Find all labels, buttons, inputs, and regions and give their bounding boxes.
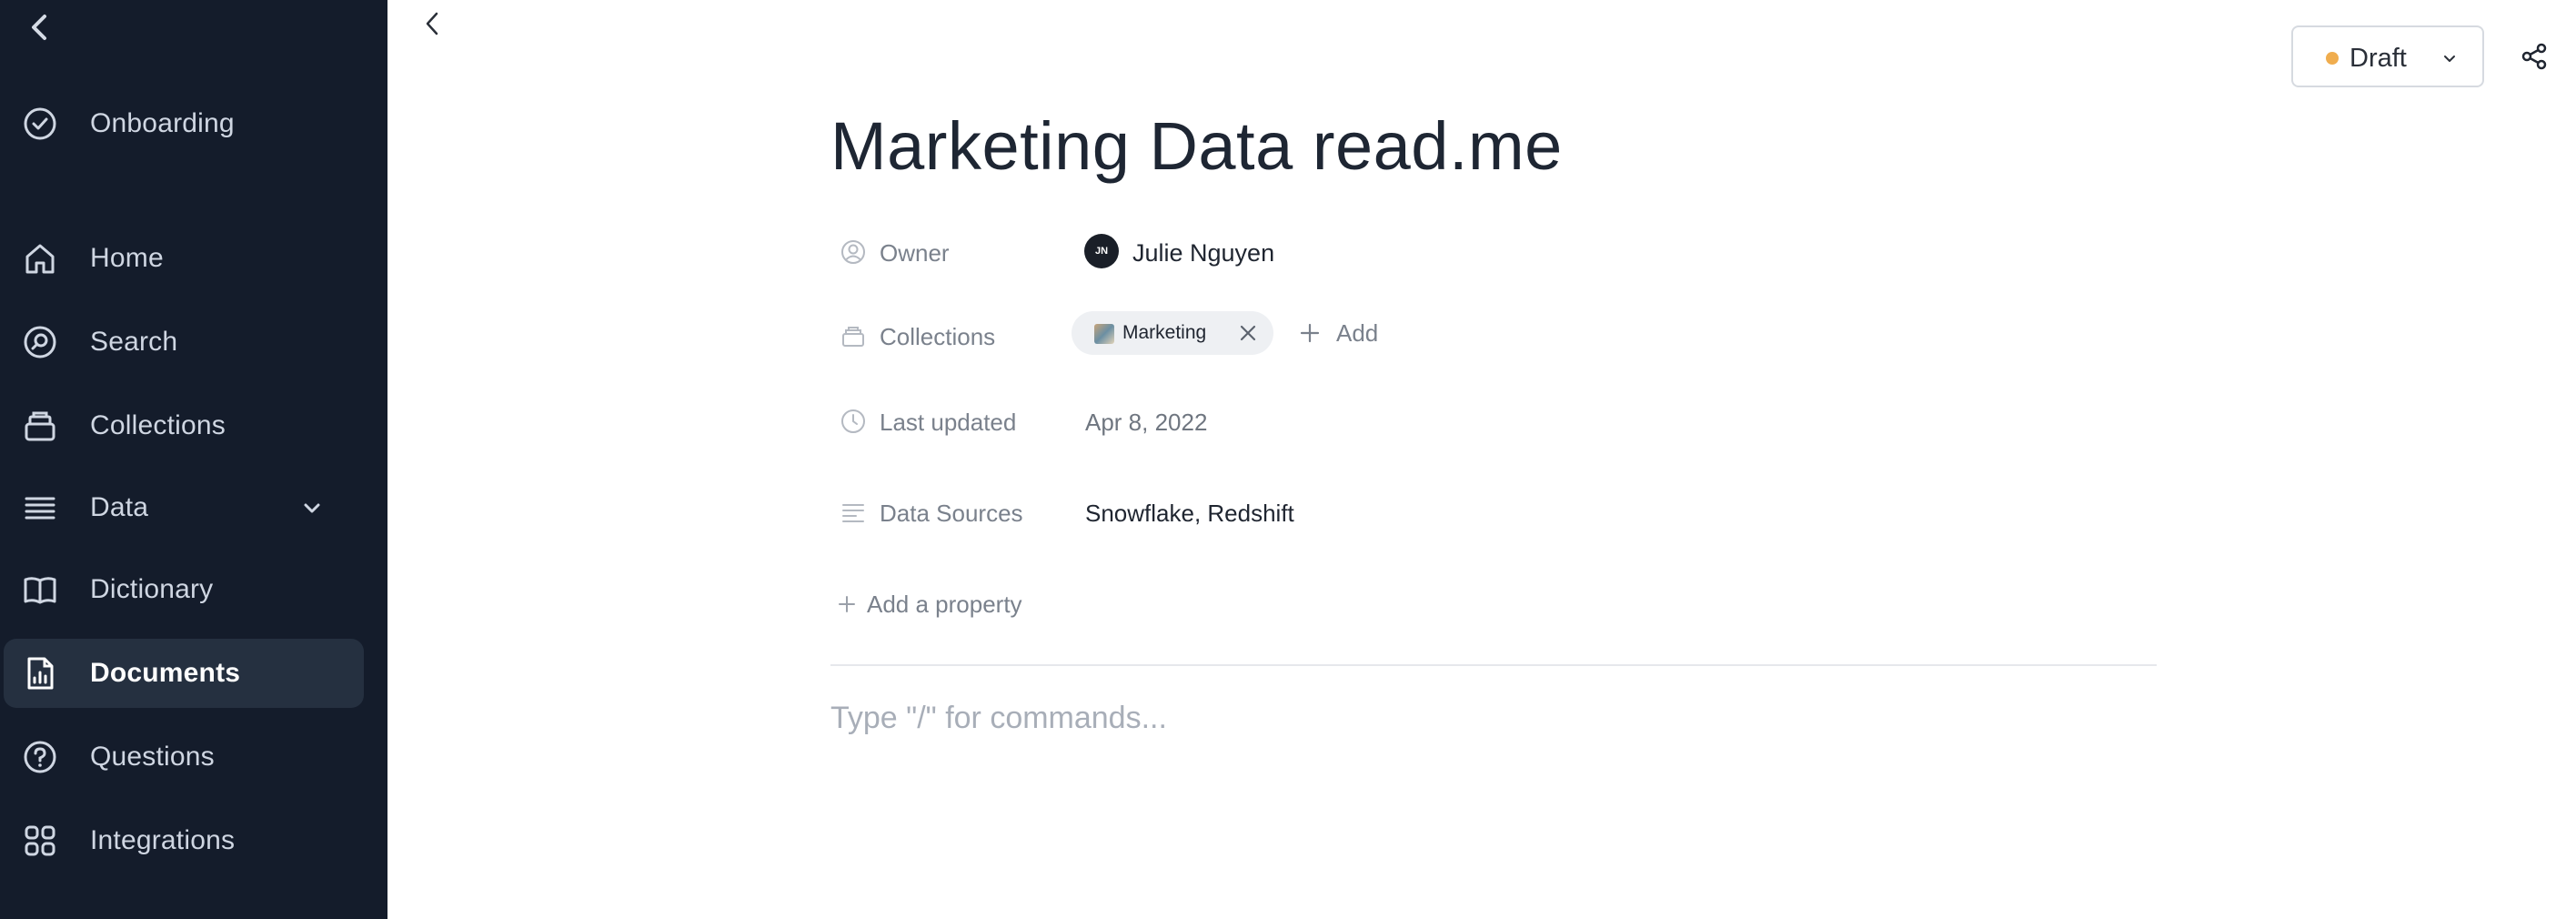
sidebar-item-documents[interactable]: Documents (4, 639, 364, 708)
divider (830, 664, 2157, 666)
home-icon (22, 240, 58, 277)
user-circle-icon (840, 238, 867, 266)
sidebar-item-data[interactable]: Data (4, 473, 364, 542)
chevron-down-icon[interactable] (298, 495, 326, 522)
property-owner: Owner JN Julie Nguyen (830, 229, 2158, 275)
book-icon (22, 571, 58, 608)
sidebar: Onboarding Home Search Collections Data … (0, 0, 387, 919)
sidebar-collapse-button[interactable] (22, 9, 58, 45)
add-property-button[interactable]: Add a property (836, 586, 1022, 622)
property-last-updated: Last updated Apr 8, 2022 (830, 399, 2158, 444)
back-button[interactable] (417, 7, 449, 40)
sidebar-item-label: Onboarding (90, 108, 235, 138)
collection-thumbnail (1094, 324, 1114, 344)
owner-name[interactable]: Julie Nguyen (1132, 239, 1274, 268)
sidebar-item-label: Data (90, 492, 149, 522)
collections-icon (840, 322, 867, 349)
chevron-left-icon (32, 15, 46, 40)
app-root: Onboarding Home Search Collections Data … (0, 0, 2576, 919)
avatar: JN (1084, 234, 1119, 268)
plus-icon (1296, 319, 1323, 347)
property-data-sources: Data Sources Snowflake, Redshift (830, 490, 2158, 535)
sidebar-item-label: Documents (90, 658, 241, 688)
add-collection-button[interactable]: Add (1296, 311, 1378, 355)
collections-icon (22, 408, 58, 444)
property-label: Owner (880, 239, 950, 267)
property-label: Last updated (880, 409, 1017, 436)
add-collection-label: Add (1336, 318, 1379, 347)
text-align-icon (840, 499, 867, 526)
data-sources-value[interactable]: Snowflake, Redshift (1085, 500, 1294, 528)
share-icon (2521, 43, 2547, 70)
chevron-left-icon (426, 12, 438, 35)
sidebar-item-dictionary[interactable]: Dictionary (4, 555, 364, 624)
sidebar-item-label: Collections (90, 410, 226, 440)
document-editor[interactable]: Type "/" for commands... (830, 701, 2157, 746)
chevron-down-icon (2437, 45, 2462, 71)
sidebar-item-label: Search (90, 327, 178, 357)
property-label: Collections (880, 323, 996, 350)
grid-icon (22, 823, 58, 859)
status-dot (2326, 52, 2339, 65)
sidebar-item-label: Integrations (90, 825, 236, 855)
data-list-icon (22, 490, 58, 526)
question-circle-icon (22, 739, 58, 775)
status-label: Draft (2350, 44, 2407, 73)
document-chart-icon (22, 655, 58, 692)
property-collections: Collections Marketing Add (830, 311, 2158, 357)
sidebar-item-home[interactable]: Home (4, 224, 364, 293)
sidebar-item-onboarding[interactable]: Onboarding (4, 89, 364, 158)
add-property-label: Add a property (867, 590, 1022, 618)
sidebar-item-integrations[interactable]: Integrations (4, 806, 364, 875)
sidebar-item-questions[interactable]: Questions (4, 722, 364, 792)
check-circle-icon (22, 106, 58, 142)
sidebar-item-search[interactable]: Search (4, 308, 364, 377)
search-icon (22, 324, 58, 360)
share-button[interactable] (2516, 38, 2552, 75)
property-label: Data Sources (880, 500, 1023, 527)
sidebar-item-label: Dictionary (90, 574, 214, 604)
main-content: Draft Marketing Data read.me Owner JN Ju… (387, 0, 2576, 919)
clock-icon (840, 408, 867, 435)
last-updated-value: Apr 8, 2022 (1085, 409, 1208, 436)
plus-icon (836, 593, 858, 615)
document-title[interactable]: Marketing Data read.me (830, 107, 1563, 185)
status-dropdown[interactable]: Draft (2291, 25, 2484, 87)
sidebar-item-label: Home (90, 243, 164, 273)
collection-chip-label: Marketing (1122, 322, 1207, 343)
collection-chip[interactable]: Marketing (1072, 311, 1273, 355)
sidebar-item-label: Questions (90, 742, 215, 772)
close-icon[interactable] (1235, 320, 1261, 346)
sidebar-item-collections[interactable]: Collections (4, 391, 364, 460)
